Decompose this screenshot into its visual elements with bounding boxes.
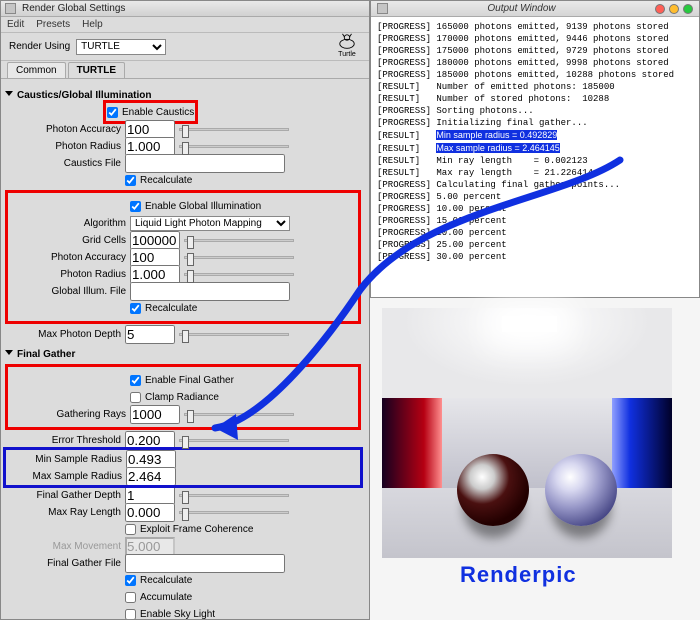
gi-recalculate-checkbox[interactable]: Recalculate bbox=[130, 300, 197, 316]
caustics-collapse-icon[interactable] bbox=[5, 91, 13, 100]
fg-file-label: Final Gather File bbox=[5, 558, 125, 569]
algorithm-select[interactable]: Liquid Light Photon Mapping bbox=[130, 216, 290, 231]
gi-photon-radius-label: Photon Radius bbox=[10, 269, 130, 280]
sphere-chrome bbox=[457, 454, 529, 526]
menu-presets[interactable]: Presets bbox=[36, 19, 70, 30]
error-threshold-slider[interactable] bbox=[179, 439, 289, 442]
output-title: Output Window bbox=[388, 3, 655, 14]
close-icon[interactable] bbox=[655, 4, 665, 14]
max-photon-depth-slider[interactable] bbox=[179, 333, 289, 336]
gi-photon-radius-slider[interactable] bbox=[184, 273, 294, 276]
caustics-recalculate-checkbox[interactable]: Recalculate bbox=[125, 172, 192, 188]
gi-highlight-box: Enable Global Illumination Algorithm Liq… bbox=[5, 190, 361, 324]
enable-skylight-checkbox[interactable]: Enable Sky Light bbox=[125, 606, 215, 619]
min-sample-radius-label: Min Sample Radius bbox=[6, 454, 126, 465]
render-using-select[interactable]: TURTLE bbox=[76, 39, 166, 55]
output-system-icon bbox=[377, 3, 388, 14]
max-ray-length-label: Max Ray Length bbox=[5, 507, 125, 518]
photon-radius-slider[interactable] bbox=[179, 145, 289, 148]
max-ray-length-slider[interactable] bbox=[179, 511, 289, 514]
renderpic-label: Renderpic bbox=[460, 562, 700, 588]
max-sample-radius-input[interactable] bbox=[126, 467, 176, 486]
accumulate-checkbox[interactable]: Accumulate bbox=[125, 589, 192, 605]
gathering-rays-slider[interactable] bbox=[184, 413, 294, 416]
maximize-icon[interactable] bbox=[683, 4, 693, 14]
settings-title: Render Global Settings bbox=[22, 3, 125, 14]
caustics-gi-header[interactable]: Caustics/Global Illumination bbox=[5, 87, 361, 103]
settings-menubar: Edit Presets Help bbox=[1, 17, 369, 33]
tab-turtle[interactable]: TURTLE bbox=[68, 62, 125, 78]
settings-tabs: Common TURTLE bbox=[1, 61, 369, 79]
clamp-radiance-checkbox[interactable]: Clamp Radiance bbox=[130, 389, 219, 405]
enable-final-gather-checkbox[interactable]: Enable Final Gather bbox=[130, 372, 234, 388]
settings-titlebar: Render Global Settings bbox=[1, 1, 369, 17]
enable-gi-checkbox[interactable]: Enable Global Illumination bbox=[130, 198, 261, 214]
gathering-rays-input[interactable] bbox=[130, 405, 180, 424]
fg-recalculate-checkbox[interactable]: Recalculate bbox=[125, 572, 192, 588]
render-using-label: Render Using bbox=[9, 41, 70, 52]
fg-depth-slider[interactable] bbox=[179, 494, 289, 497]
gathering-rays-label: Gathering Rays bbox=[10, 409, 130, 420]
max-photon-depth-input[interactable] bbox=[125, 325, 175, 344]
gi-file-label: Global Illum. File bbox=[10, 286, 130, 297]
window-system-icon bbox=[5, 3, 16, 14]
max-sample-radius-label: Max Sample Radius bbox=[6, 471, 126, 482]
fg-collapse-icon[interactable] bbox=[5, 350, 13, 359]
fg-file-input[interactable] bbox=[125, 554, 285, 573]
error-threshold-input[interactable] bbox=[125, 431, 175, 450]
enable-caustics-checkbox[interactable]: Enable Caustics bbox=[107, 104, 194, 120]
photon-accuracy-slider[interactable] bbox=[179, 128, 289, 131]
tab-common[interactable]: Common bbox=[7, 62, 66, 78]
algorithm-label: Algorithm bbox=[10, 218, 130, 229]
caustics-file-label: Caustics File bbox=[5, 158, 125, 169]
menu-edit[interactable]: Edit bbox=[7, 19, 24, 30]
max-photon-depth-label: Max Photon Depth bbox=[5, 329, 125, 340]
exploit-frame-coherence-checkbox[interactable]: Exploit Frame Coherence bbox=[125, 521, 253, 537]
final-gather-header[interactable]: Final Gather bbox=[5, 346, 361, 362]
max-movement-label: Max Movement bbox=[5, 541, 125, 552]
grid-cells-label: Grid Cells bbox=[10, 235, 130, 246]
output-window: Output Window [PROGRESS] 165000 photons … bbox=[370, 0, 700, 298]
gi-file-input[interactable] bbox=[130, 282, 290, 301]
final-gather-highlight-box: Enable Final Gather Clamp Radiance Gathe… bbox=[5, 364, 361, 430]
sample-radius-highlight-box: Min Sample Radius Max Sample Radius bbox=[5, 449, 361, 486]
gi-photon-accuracy-slider[interactable] bbox=[184, 256, 294, 259]
output-log[interactable]: [PROGRESS] 165000 photons emitted, 9139 … bbox=[371, 17, 699, 297]
photon-accuracy-label: Photon Accuracy bbox=[5, 124, 125, 135]
photon-radius-label: Photon Radius bbox=[5, 141, 125, 152]
menu-help[interactable]: Help bbox=[82, 19, 103, 30]
gi-photon-accuracy-label: Photon Accuracy bbox=[10, 252, 130, 263]
error-threshold-label: Error Threshold bbox=[5, 435, 125, 446]
render-preview-image bbox=[382, 308, 672, 558]
sphere-glass bbox=[545, 454, 617, 526]
grid-cells-slider[interactable] bbox=[184, 239, 294, 242]
minimize-icon[interactable] bbox=[669, 4, 679, 14]
fg-depth-label: Final Gather Depth bbox=[5, 490, 125, 501]
render-global-settings-window: Render Global Settings Edit Presets Help… bbox=[0, 0, 370, 620]
max-ray-length-input[interactable] bbox=[125, 503, 175, 522]
caustics-file-input[interactable] bbox=[125, 154, 285, 173]
turtle-logo: Turtle bbox=[333, 33, 361, 61]
